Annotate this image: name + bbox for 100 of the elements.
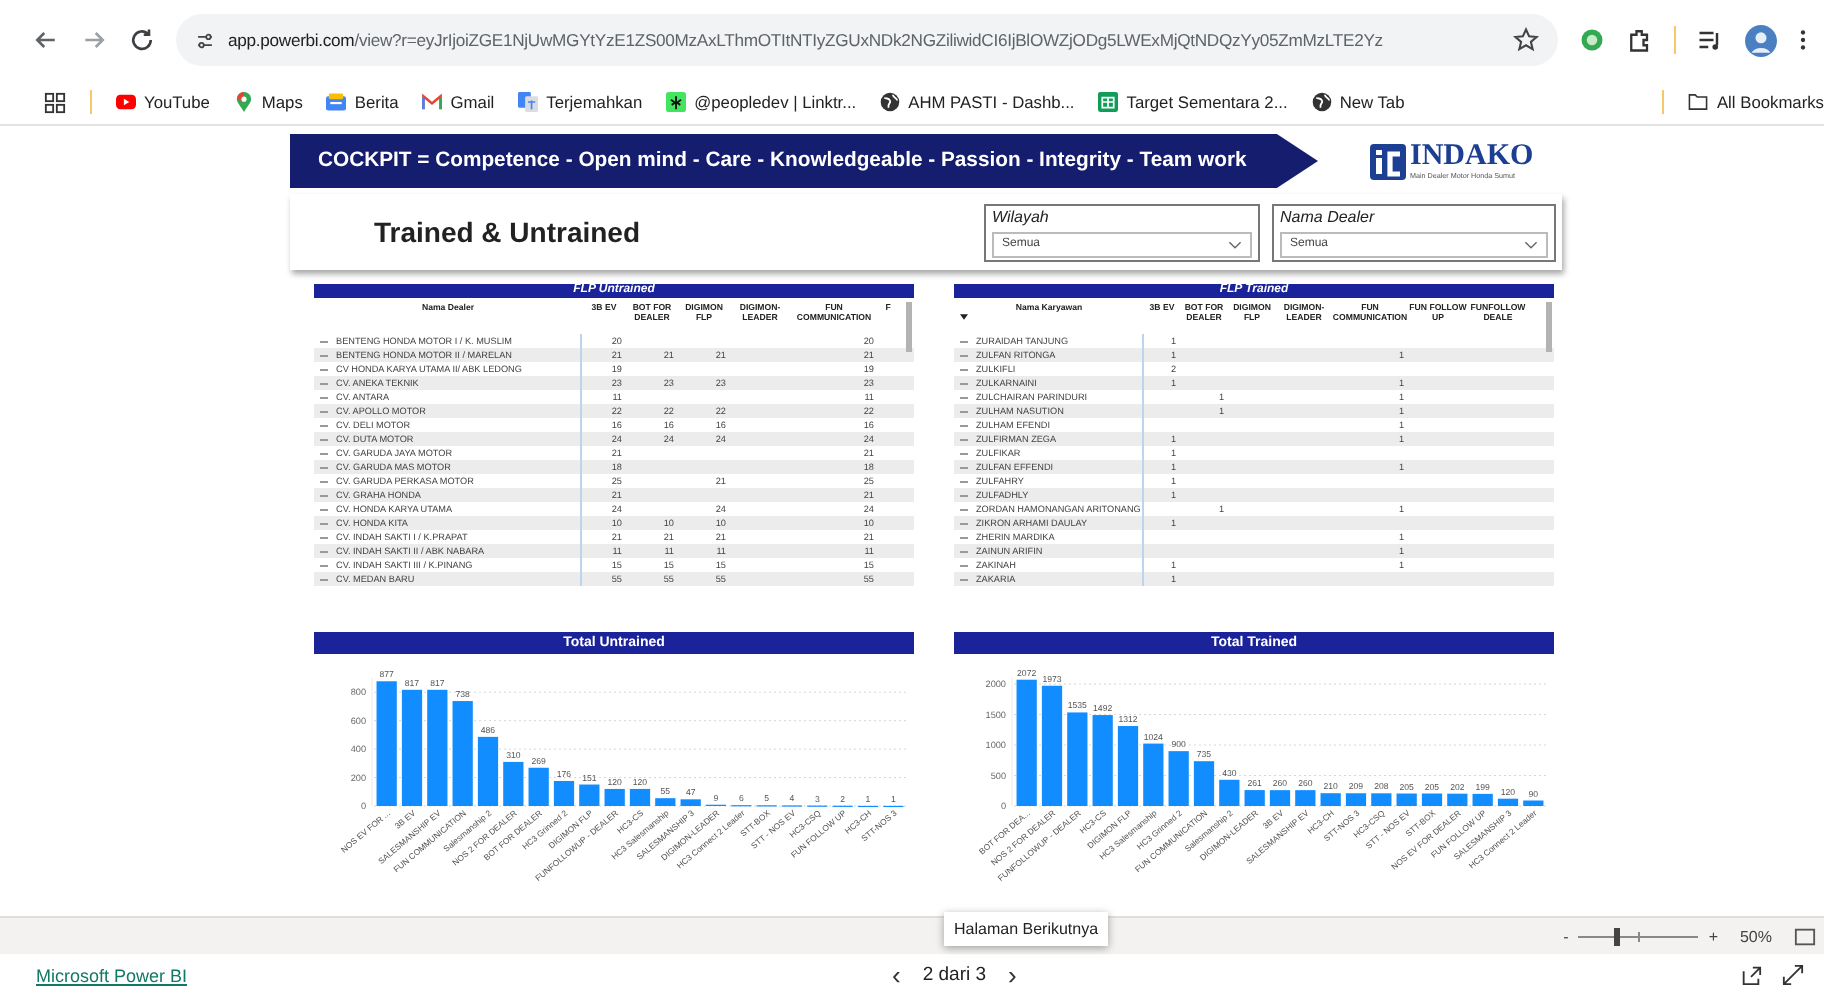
minus-icon[interactable] [320,465,328,469]
minus-icon[interactable] [960,339,968,343]
minus-icon[interactable] [320,563,328,567]
bar[interactable] [1143,743,1164,806]
minus-icon[interactable] [960,367,968,371]
minus-icon[interactable] [320,493,328,497]
bar[interactable] [629,788,651,806]
minus-icon[interactable] [320,535,328,539]
minus-icon[interactable] [960,563,968,567]
bar[interactable] [1421,793,1443,806]
bar[interactable] [452,701,473,806]
fit-page-icon[interactable] [1794,925,1816,947]
minus-icon[interactable] [960,507,968,511]
slider-thumb[interactable] [1614,927,1621,945]
back-icon[interactable] [32,26,60,54]
minus-icon[interactable] [960,549,968,553]
extension-icon[interactable] [1578,26,1606,54]
bar[interactable] [1269,790,1291,806]
puzzle-icon[interactable] [1626,26,1654,54]
next-page-button[interactable]: › [1004,963,1021,987]
minus-icon[interactable] [960,479,968,483]
bookmark[interactable]: AHM PASTI - Dashb... [880,92,1075,112]
media-icon[interactable] [1696,26,1724,54]
bar[interactable] [1117,726,1139,806]
zoom-in-button[interactable]: + [1708,927,1718,945]
all-bookmarks-button[interactable]: All Bookmarks [1688,92,1824,112]
bar[interactable] [1041,685,1063,806]
minus-icon[interactable] [960,577,968,581]
bar[interactable] [427,689,448,806]
avatar-icon[interactable] [1744,23,1778,57]
bookmark[interactable]: Terjemahkan [518,92,643,112]
scrollbar[interactable] [906,302,912,352]
sort-down-icon[interactable] [960,314,968,320]
bar[interactable] [1016,679,1037,806]
minus-icon[interactable] [960,535,968,539]
minus-icon[interactable] [960,451,968,455]
bar[interactable] [1219,779,1240,806]
previous-page-button[interactable]: ‹ [888,963,905,987]
minus-icon[interactable] [320,437,328,441]
bar[interactable] [680,799,701,806]
reload-icon[interactable] [128,26,156,54]
address-bar[interactable]: app.powerbi.com/view?r=eyJrIjoiZGE1NjUwMGYtYzE1ZS00MzAxLThmOTItNTIyZGUxNDk2NGZiliwidCI6IjBlOWZjODg5LWExMjQtNDQzYy05ZmMzLTE2Yz [176,14,1558,66]
bar[interactable] [1472,793,1493,806]
bar[interactable] [1523,800,1544,806]
bar[interactable] [1396,793,1417,806]
minus-icon[interactable] [960,423,968,427]
minus-icon[interactable] [320,479,328,483]
bookmark[interactable]: @peopledev | Linktr... [666,92,857,112]
bar[interactable] [1067,712,1088,806]
bar[interactable] [528,767,549,806]
bar[interactable] [1497,798,1519,806]
bar[interactable] [1168,751,1189,806]
scrollbar[interactable] [1546,302,1552,352]
bookmark[interactable]: Maps [233,92,303,112]
bookmark[interactable]: New Tab [1311,92,1405,112]
share-icon[interactable] [1740,964,1762,986]
minus-icon[interactable] [960,381,968,385]
minus-icon[interactable] [320,409,328,413]
minus-icon[interactable] [960,353,968,357]
minus-icon[interactable] [320,521,328,525]
minus-icon[interactable] [320,353,328,357]
minus-icon[interactable] [320,507,328,511]
bar[interactable] [376,681,397,806]
menu-icon[interactable] [1798,26,1808,54]
minus-icon[interactable] [320,577,328,581]
zoom-out-button[interactable]: - [1563,927,1569,945]
minus-icon[interactable] [320,549,328,553]
bar[interactable] [1193,761,1215,806]
minus-icon[interactable] [960,493,968,497]
bar[interactable] [1447,793,1468,806]
bar[interactable] [1320,793,1341,806]
minus-icon[interactable] [320,381,328,385]
expand-icon[interactable] [1782,964,1804,986]
minus-icon[interactable] [320,395,328,399]
minus-icon[interactable] [320,423,328,427]
minus-icon[interactable] [960,395,968,399]
site-settings-icon[interactable] [194,29,216,51]
bookmark[interactable]: Gmail [422,92,495,112]
bookmark[interactable]: Berita [326,92,399,112]
bar[interactable] [1295,790,1316,806]
minus-icon[interactable] [320,367,328,371]
minus-icon[interactable] [960,409,968,413]
bar[interactable] [1244,790,1265,806]
bar[interactable] [1371,793,1392,806]
bar[interactable] [553,780,575,806]
minus-icon[interactable] [320,451,328,455]
bar[interactable] [503,761,524,806]
bar[interactable] [579,784,600,806]
forward-icon[interactable] [80,26,108,54]
apps-icon[interactable] [44,91,66,113]
brand-link[interactable]: Microsoft Power BI [36,965,188,985]
bar[interactable] [1345,793,1367,806]
bookmark[interactable]: Target Sementara 2... [1098,92,1288,112]
minus-icon[interactable] [960,437,968,441]
bar[interactable] [401,689,423,806]
bar[interactable] [604,788,625,806]
bookmark[interactable]: YouTube [116,92,210,112]
minus-icon[interactable] [960,465,968,469]
star-icon[interactable] [1512,26,1540,54]
minus-icon[interactable] [320,339,328,343]
